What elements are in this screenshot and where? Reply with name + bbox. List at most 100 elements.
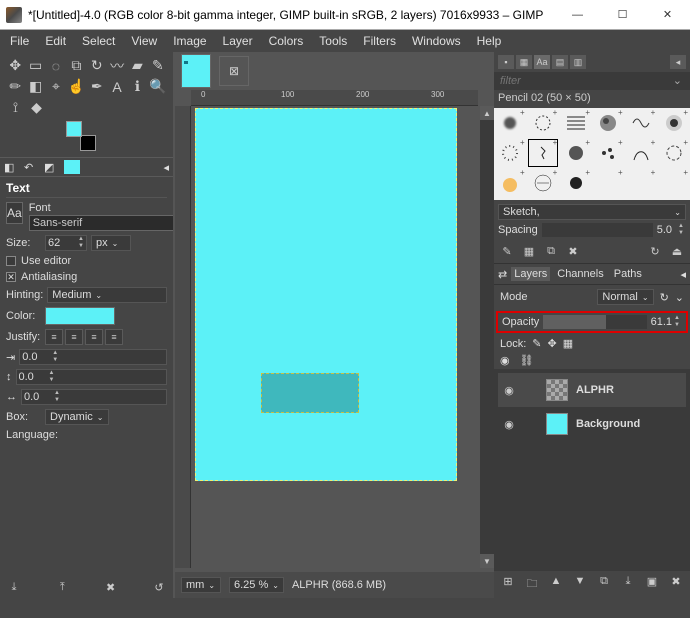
path-icon[interactable]: ✒ <box>88 77 106 96</box>
refresh-brushes-icon[interactable]: ↻ <box>646 243 664 259</box>
spacing-slider[interactable] <box>542 223 653 237</box>
brush-item[interactable]: + <box>559 108 592 138</box>
mask-icon[interactable]: ▣ <box>644 575 660 594</box>
justify-left-icon[interactable]: ≡ <box>45 329 63 345</box>
fg-color[interactable] <box>66 121 82 137</box>
configure-dock-icon[interactable]: ◂ <box>670 55 686 69</box>
layer-thumbnail[interactable] <box>546 379 568 401</box>
lock-pixels-icon[interactable]: ✎ <box>532 337 541 350</box>
pencil-icon[interactable]: ✏ <box>6 77 24 96</box>
zoom-dropdown[interactable]: 6.25 %⌄ <box>229 577 284 593</box>
crop-icon[interactable]: ⧉ <box>67 56 85 75</box>
layer-thumbnail[interactable] <box>546 413 568 435</box>
brush-item[interactable]: + <box>592 168 625 198</box>
hinting-dropdown[interactable]: Medium⌄ <box>47 287 167 303</box>
brush-item[interactable]: + <box>559 138 592 168</box>
use-editor-checkbox[interactable]: Use editor <box>6 255 167 267</box>
rotate-icon[interactable]: ↻ <box>88 56 106 75</box>
window-minimize-button[interactable]: — <box>555 0 600 30</box>
justify-center-icon[interactable]: ≡ <box>85 329 103 345</box>
mode-dropdown[interactable]: Normal⌄ <box>597 289 653 305</box>
layer-item-background[interactable]: ◉ Background <box>498 407 686 441</box>
antialiasing-checkbox[interactable]: ✕Antialiasing <box>6 271 167 283</box>
menu-filters[interactable]: Filters <box>357 32 402 50</box>
delete-preset-icon[interactable]: ✖ <box>103 581 119 594</box>
menu-help[interactable]: Help <box>471 32 508 50</box>
brush-item[interactable]: + <box>494 108 527 138</box>
brush-item[interactable]: + <box>592 108 625 138</box>
tab-channels[interactable]: Channels <box>554 267 606 281</box>
brush-item[interactable]: + <box>625 138 658 168</box>
canvas[interactable] <box>195 108 457 481</box>
mode-switch-icon[interactable]: ↻ <box>660 291 669 304</box>
picker-icon[interactable]: ℹ <box>128 77 146 96</box>
duplicate-brush-icon[interactable]: ⧉ <box>542 243 560 259</box>
measure-icon[interactable]: ⟟ <box>6 98 25 117</box>
image-tab-thumb[interactable] <box>181 54 211 88</box>
save-preset-icon[interactable]: ⤓ <box>6 581 22 594</box>
font-preview-icon[interactable]: Aa <box>6 202 23 224</box>
new-layer-icon[interactable]: ⊞ <box>500 575 516 594</box>
size-spinner[interactable]: ▲▼ <box>45 235 87 251</box>
smudge-icon[interactable]: ☝ <box>67 77 85 96</box>
clone-icon[interactable]: ⌖ <box>47 77 65 96</box>
delete-brush-icon[interactable]: ✖ <box>564 243 582 259</box>
menu-windows[interactable]: Windows <box>406 32 467 50</box>
menu-view[interactable]: View <box>125 32 163 50</box>
dockable-tab-icon[interactable]: ▪ <box>498 55 514 69</box>
zoom-icon[interactable]: 🔍 <box>149 77 167 96</box>
raise-layer-icon[interactable]: ▲ <box>548 575 564 594</box>
menu-tools[interactable]: Tools <box>313 32 353 50</box>
brush-item[interactable]: + <box>494 168 527 198</box>
justify-right-icon[interactable]: ≡ <box>65 329 83 345</box>
menu-colors[interactable]: Colors <box>263 32 310 50</box>
extra-tool-icon[interactable]: ◆ <box>27 98 46 117</box>
brush-item[interactable]: + <box>592 138 625 168</box>
opacity-spinner[interactable]: ▲▼ <box>672 315 682 329</box>
tab-paths[interactable]: Paths <box>611 267 645 281</box>
ruler-vertical[interactable] <box>175 106 191 568</box>
brush-item-selected[interactable]: + <box>527 138 560 168</box>
visibility-toggle-icon[interactable]: ◉ <box>502 418 516 431</box>
fonts-tab-icon[interactable]: ▥ <box>570 55 586 69</box>
new-brush-icon[interactable]: ▦ <box>520 243 538 259</box>
lower-layer-icon[interactable]: ▼ <box>572 575 588 594</box>
bg-color[interactable] <box>80 135 96 151</box>
free-select-icon[interactable]: ◌ <box>47 56 65 75</box>
indent2-spinner[interactable]: ▲▼ <box>16 369 168 385</box>
text-tool-icon[interactable]: A <box>108 77 126 96</box>
brush-grid[interactable]: + + + + + + + + + + + + + + + + + <box>494 108 690 200</box>
selection-rectangle[interactable] <box>261 373 359 413</box>
lock-position-icon[interactable]: ✥ <box>548 337 557 350</box>
tab-layers[interactable]: Layers <box>511 267 550 281</box>
brush-item[interactable]: + <box>625 108 658 138</box>
brushes-tab-icon[interactable]: Aa <box>534 55 550 69</box>
indent3-spinner[interactable]: ▲▼ <box>21 389 167 405</box>
image-tab-close[interactable]: ⊠ <box>219 56 249 86</box>
warp-icon[interactable]: 〰 <box>108 56 126 75</box>
rect-select-icon[interactable]: ▭ <box>26 56 44 75</box>
restore-preset-icon[interactable]: ⤒ <box>54 581 70 594</box>
mode-more-icon[interactable]: ⌄ <box>675 291 684 304</box>
edit-brush-icon[interactable]: ✎ <box>498 243 516 259</box>
brush-item[interactable]: + <box>625 168 658 198</box>
reset-preset-icon[interactable]: ↺ <box>151 581 167 594</box>
menu-select[interactable]: Select <box>76 32 121 50</box>
vertical-scrollbar[interactable]: ▲▼ <box>480 106 494 568</box>
dock-tab-swatch[interactable] <box>64 160 80 174</box>
text-color-swatch[interactable] <box>45 307 115 325</box>
bucket-icon[interactable]: ▰ <box>128 56 146 75</box>
delete-layer-icon[interactable]: ✖ <box>668 575 684 594</box>
menu-layer[interactable]: Layer <box>217 32 259 50</box>
dock-tab-images-icon[interactable]: ◩ <box>44 161 58 174</box>
visibility-toggle-icon[interactable]: ◉ <box>502 384 516 397</box>
fg-bg-swatch[interactable] <box>66 121 96 151</box>
brush-item[interactable]: + <box>657 138 690 168</box>
open-as-image-icon[interactable]: ⏏ <box>668 243 686 259</box>
brush-filter-input[interactable] <box>498 74 669 88</box>
brush-item[interactable]: + <box>527 168 560 198</box>
patterns-tab-icon[interactable]: ▦ <box>516 55 532 69</box>
menu-image[interactable]: Image <box>167 32 212 50</box>
layer-group-icon[interactable]: 🗀 <box>524 575 540 594</box>
menu-edit[interactable]: Edit <box>39 32 72 50</box>
